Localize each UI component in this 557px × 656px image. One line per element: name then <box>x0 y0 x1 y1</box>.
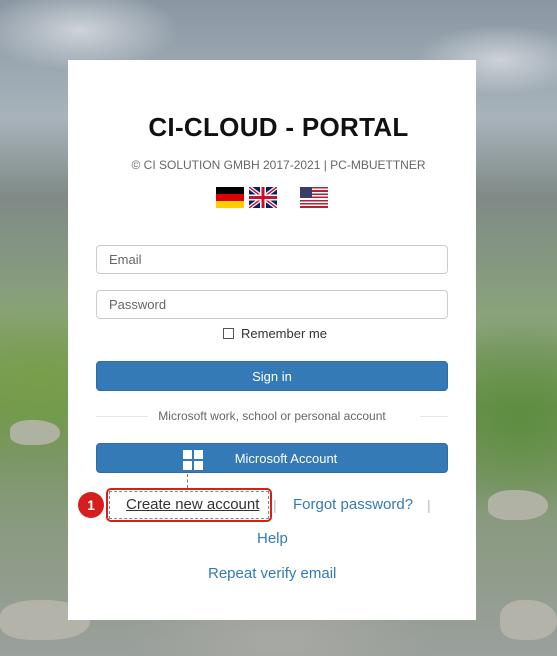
link-separator: | <box>273 497 277 513</box>
remember-me[interactable]: Remember me <box>223 326 327 341</box>
language-selector <box>216 187 331 209</box>
annotation-step-badge: 1 <box>78 492 104 518</box>
windows-icon <box>183 450 203 470</box>
microsoft-account-label: Microsoft Account <box>234 450 338 466</box>
sign-in-button[interactable]: Sign in <box>96 361 448 391</box>
german-flag-icon[interactable] <box>216 187 244 208</box>
password-field[interactable] <box>96 290 448 319</box>
create-account-link[interactable]: Create new account <box>126 496 259 513</box>
uk-flag-icon[interactable] <box>249 187 277 208</box>
help-link[interactable]: Help <box>257 530 288 547</box>
annotation-guide-line <box>187 474 188 488</box>
link-separator: | <box>427 497 431 513</box>
remember-label: Remember me <box>241 326 327 341</box>
background-rock <box>488 490 548 520</box>
background-rock <box>500 600 557 640</box>
divider-line-right <box>420 416 448 417</box>
forgot-password-link[interactable]: Forgot password? <box>293 496 413 513</box>
email-field[interactable] <box>96 245 448 274</box>
remember-checkbox[interactable] <box>223 328 234 339</box>
background-rock <box>10 420 60 445</box>
repeat-verify-email-link[interactable]: Repeat verify email <box>208 565 336 582</box>
sign-in-label: Sign in <box>252 368 292 384</box>
us-flag-icon[interactable] <box>300 187 328 208</box>
copyright-text: © CI SOLUTION GMBH 2017-2021 | PC-MBUETT… <box>131 158 426 172</box>
divider: Microsoft work, school or personal accou… <box>96 408 448 424</box>
page-title: CI-CLOUD - PORTAL <box>148 112 409 142</box>
microsoft-account-button[interactable]: Microsoft Account <box>96 443 448 473</box>
divider-text: Microsoft work, school or personal accou… <box>158 409 386 423</box>
